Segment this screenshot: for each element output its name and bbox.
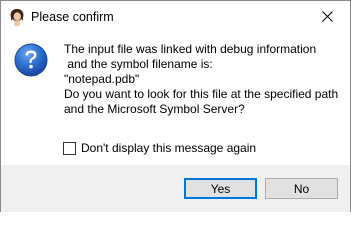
dont-display-again-label[interactable]: Don't display this message again	[81, 141, 256, 156]
title-bar[interactable]: Please confirm	[1, 1, 350, 32]
window-title: Please confirm	[31, 10, 114, 24]
message-line: Do you want to look for this file at the…	[64, 87, 339, 101]
message-line: and the Microsoft Symbol Server?	[64, 102, 245, 116]
app-icon	[9, 8, 25, 26]
dialog-message: The input file was linked with debug inf…	[64, 42, 344, 117]
yes-button[interactable]: Yes	[184, 178, 257, 199]
confirm-dialog: Please confirm The input file was linked…	[0, 0, 351, 212]
close-button[interactable]	[304, 1, 350, 32]
dialog-content: The input file was linked with debug inf…	[1, 32, 350, 165]
dont-display-again-checkbox[interactable]	[63, 141, 76, 155]
message-line: "notepad.pdb"	[64, 72, 140, 86]
close-icon	[321, 11, 333, 22]
message-line: and the symbol filename is:	[64, 57, 213, 71]
message-line: The input file was linked with debug inf…	[64, 42, 317, 56]
button-bar: Yes No	[1, 165, 350, 212]
no-button[interactable]: No	[265, 178, 338, 199]
dont-display-again-option[interactable]: Don't display this message again	[63, 140, 256, 156]
question-icon	[14, 43, 48, 77]
